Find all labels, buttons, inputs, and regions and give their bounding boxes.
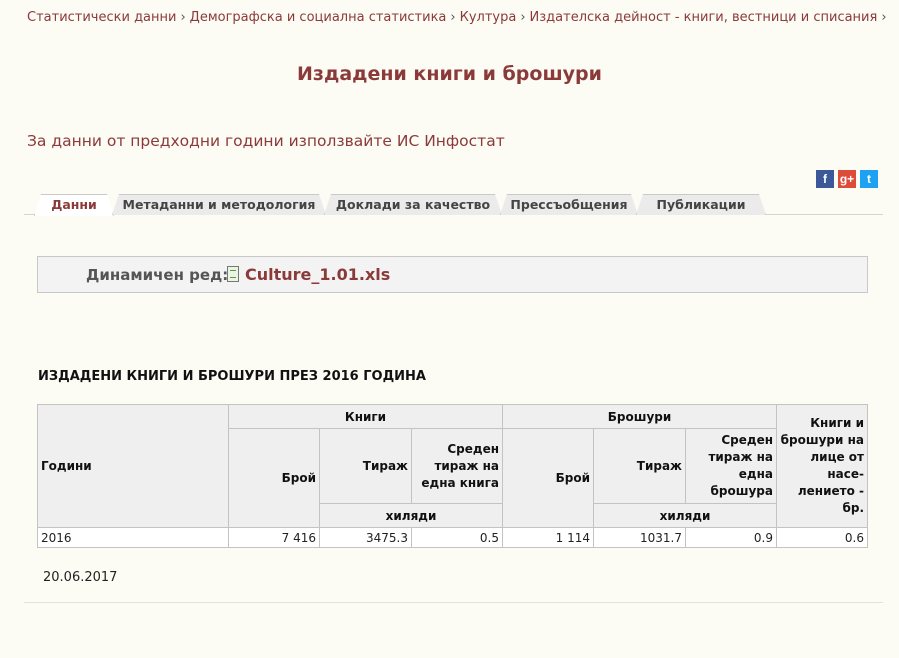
tab-bar: Данни Метаданни и методология Доклади за…	[24, 194, 883, 215]
tab-quality-reports[interactable]: Доклади за качество	[324, 194, 502, 215]
page-title: Издадени книги и брошури	[297, 63, 602, 85]
dynamic-series-label: Динамичен ред:	[86, 266, 229, 284]
header-books-avg-circulation: Среден тираж на една книга	[411, 428, 503, 504]
cell-books-count: 7 416	[228, 527, 320, 548]
twitter-icon[interactable]: t	[860, 170, 878, 188]
cell-brochures-avg: 0.9	[685, 527, 777, 548]
breadcrumb-separator: ›	[450, 10, 456, 25]
tab-metadata[interactable]: Метаданни и методология	[112, 194, 326, 215]
excel-file-icon	[227, 266, 239, 282]
breadcrumb-link-culture[interactable]: Култура	[460, 10, 517, 25]
table-row: 2016 7 416 3475.3 0.5 1 114 1031.7 0.9 0…	[37, 527, 868, 548]
header-brochures: Брошури	[502, 404, 777, 429]
breadcrumb-separator: ›	[180, 10, 186, 25]
header-books-circulation: Тираж	[319, 428, 412, 504]
tab-press-releases[interactable]: Прессъобщения	[500, 194, 638, 215]
breadcrumb-link-demographic[interactable]: Демографска и социална статистика	[190, 10, 447, 25]
social-share: f g+ t	[816, 170, 878, 188]
google-plus-icon[interactable]: g+	[838, 170, 856, 188]
infostat-link[interactable]: За данни от предходни години използвайте…	[27, 132, 505, 150]
cell-brochures-count: 1 114	[502, 527, 594, 548]
header-brochures-avg-circulation: Среден тираж на една брошура	[685, 428, 777, 504]
breadcrumb-separator: ›	[520, 10, 526, 25]
facebook-icon[interactable]: f	[816, 170, 834, 188]
header-brochures-thousands: хиляди	[593, 503, 777, 528]
breadcrumb-link-publishing[interactable]: Издателска дейност - книги, вестници и с…	[530, 10, 878, 25]
cell-books-avg: 0.5	[411, 527, 503, 548]
cell-year: 2016	[37, 527, 229, 548]
dynamic-series-file-link[interactable]: Culture_1.01.xls	[245, 265, 390, 284]
cell-per-capita: 0.6	[776, 527, 868, 548]
header-books: Книги	[228, 404, 503, 429]
header-books-thousands: хиляди	[319, 503, 503, 528]
breadcrumb: Статистически данни › Демографска и социал…	[27, 10, 891, 25]
cell-brochures-circulation: 1031.7	[593, 527, 686, 548]
cell-books-circulation: 3475.3	[319, 527, 412, 548]
publication-date: 20.06.2017	[43, 570, 118, 585]
tab-publications[interactable]: Публикации	[636, 194, 766, 215]
header-per-capita: Книги и брошури на лице от насе-лението …	[776, 404, 868, 528]
breadcrumb-separator: ›	[881, 10, 887, 25]
footer-divider	[24, 602, 883, 603]
tab-data[interactable]: Данни	[34, 194, 114, 216]
dynamic-series-box: Динамичен ред: Culture_1.01.xls	[37, 256, 868, 293]
breadcrumb-link-statistics[interactable]: Статистически данни	[27, 10, 176, 25]
data-table: Години Книги Брошури Книги и брошури на …	[37, 404, 868, 548]
header-brochures-circulation: Тираж	[593, 428, 686, 504]
header-books-count: Брой	[228, 428, 320, 528]
header-brochures-count: Брой	[502, 428, 594, 528]
table-title: ИЗДАДЕНИ КНИГИ И БРОШУРИ ПРЕЗ 2016 ГОДИН…	[38, 369, 426, 384]
header-years: Години	[37, 404, 229, 528]
